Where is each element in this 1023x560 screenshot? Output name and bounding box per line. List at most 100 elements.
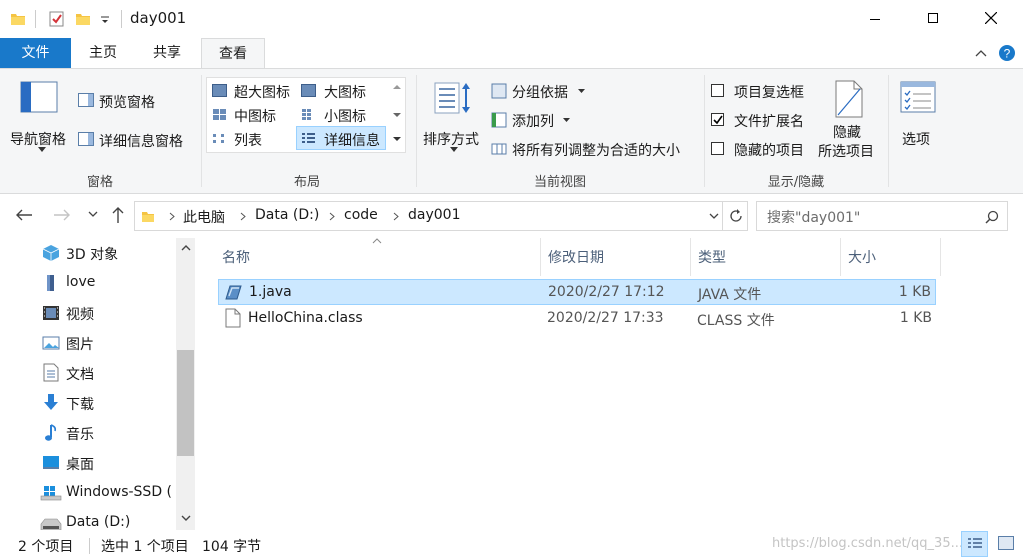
scroll-down-icon[interactable] <box>181 515 191 522</box>
table-row[interactable]: HelloChina.class 2020/2/27 17:33 CLASS 文… <box>218 306 936 332</box>
table-row[interactable]: 1.java 2020/2/27 17:12 JAVA 文件 1 KB <box>218 279 936 305</box>
chevron-down-icon <box>450 147 458 152</box>
search-box[interactable]: 搜索"day001" <box>756 201 1008 231</box>
chevron-right-icon <box>240 212 246 221</box>
column-header-modified[interactable]: 修改日期 <box>548 242 604 274</box>
file-extensions-label[interactable]: 文件扩展名 <box>734 111 804 131</box>
sidebar-item-label: 桌面 <box>66 457 94 473</box>
small-icons-option[interactable]: 小图标 <box>324 106 366 126</box>
checkmark-icon <box>713 115 723 125</box>
customize-qat-icon[interactable] <box>100 15 110 25</box>
minimize-button[interactable] <box>852 0 898 38</box>
options-icon <box>900 81 936 113</box>
breadcrumb-this-pc[interactable]: 此电脑 <box>183 207 225 227</box>
large-icons-view-toggle[interactable] <box>993 531 1020 557</box>
sidebar-item-pictures[interactable]: 图片 <box>0 328 176 358</box>
back-arrow-icon[interactable] <box>15 208 33 222</box>
hide-selected-items-button[interactable]: 隐藏 所选项目 <box>816 75 882 165</box>
sidebar-item-videos[interactable]: 视频 <box>0 298 176 328</box>
sidebar-item-music[interactable]: 音乐 <box>0 418 176 448</box>
scrollbar-thumb[interactable] <box>177 350 194 456</box>
sidebar-item-love[interactable]: love <box>0 268 176 298</box>
large-icons-icon <box>301 84 316 97</box>
breadcrumb-day001[interactable]: day001 <box>408 207 460 223</box>
item-checkboxes-label[interactable]: 项目复选框 <box>734 82 804 102</box>
folder-icon <box>47 275 54 291</box>
add-columns-icon <box>491 112 507 128</box>
sort-by-button[interactable]: 排序方式 <box>420 75 486 155</box>
svg-text:?: ? <box>1004 47 1011 61</box>
gallery-scroll-icon[interactable] <box>393 83 401 147</box>
hidden-items-label[interactable]: 隐藏的项目 <box>734 140 804 160</box>
navigation-bar: 此电脑 Data (D:) code day001 搜索"day001" <box>0 194 1023 238</box>
item-checkboxes-checkbox[interactable] <box>711 84 724 97</box>
sidebar-item-3d-objects[interactable]: 3D 对象 <box>0 238 176 268</box>
refresh-icon <box>730 209 742 222</box>
forward-arrow-icon[interactable] <box>53 208 71 222</box>
tab-view[interactable]: 查看 <box>201 38 265 69</box>
details-view-toggle[interactable] <box>961 531 988 557</box>
list-option[interactable]: 列表 <box>234 130 262 150</box>
hidden-items-checkbox[interactable] <box>711 142 724 155</box>
small-icons-icon <box>302 109 311 120</box>
breadcrumb-code[interactable]: code <box>344 207 378 223</box>
sidebar-item-label: love <box>66 274 96 290</box>
address-history-icon[interactable] <box>709 213 719 220</box>
medium-icons-icon <box>213 109 226 120</box>
chevron-right-icon <box>329 212 335 221</box>
sidebar-item-downloads[interactable]: 下载 <box>0 388 176 418</box>
file-type: CLASS 文件 <box>697 313 775 329</box>
sidebar-item-desktop[interactable]: 桌面 <box>0 448 176 478</box>
preview-pane-button[interactable]: 预览窗格 <box>99 92 155 112</box>
details-view-icon <box>968 538 982 548</box>
group-by-button[interactable]: 分组依据 <box>512 82 568 102</box>
details-option[interactable]: 详细信息 <box>324 130 380 150</box>
help-icon[interactable]: ? <box>998 44 1016 62</box>
scroll-up-icon[interactable] <box>181 244 191 251</box>
column-header-name[interactable]: 名称 <box>222 242 250 274</box>
new-folder-icon[interactable] <box>75 11 91 27</box>
maximize-button[interactable] <box>910 0 956 38</box>
options-label: 选项 <box>902 132 930 148</box>
properties-icon[interactable] <box>48 10 66 28</box>
hide-selected-icon <box>835 80 863 118</box>
navigation-pane-button[interactable]: 导航窗格 <box>6 75 74 155</box>
refresh-button[interactable] <box>722 201 748 231</box>
layout-group-label: 布局 <box>293 175 320 190</box>
sidebar-scrollbar[interactable] <box>176 238 195 530</box>
3d-objects-icon <box>42 245 60 261</box>
tab-file[interactable]: 文件 <box>0 38 71 68</box>
item-count: 2 个项目 <box>18 539 74 555</box>
download-icon <box>44 394 58 410</box>
sidebar-item-windows-ssd[interactable]: Windows-SSD ( <box>0 478 176 508</box>
details-pane-button[interactable]: 详细信息窗格 <box>99 131 183 151</box>
options-button[interactable]: 选项 <box>892 75 944 155</box>
recent-locations-icon[interactable] <box>88 211 98 218</box>
status-bar: 2 个项目 选中 1 个项目 104 字节 https://blog.csdn.… <box>0 530 1023 560</box>
address-box[interactable]: 此电脑 Data (D:) code day001 <box>134 201 748 231</box>
medium-icons-option[interactable]: 中图标 <box>234 106 276 126</box>
tab-home[interactable]: 主页 <box>75 38 131 68</box>
tab-share[interactable]: 共享 <box>139 38 195 68</box>
breadcrumb-data-drive[interactable]: Data (D:) <box>255 207 319 223</box>
column-header-type[interactable]: 类型 <box>698 242 726 274</box>
sort-by-icon <box>434 82 470 114</box>
video-icon <box>43 306 59 320</box>
file-extensions-checkbox[interactable] <box>711 113 724 126</box>
extra-large-icons-option[interactable]: 超大图标 <box>234 82 290 102</box>
large-icons-option[interactable]: 大图标 <box>324 82 366 102</box>
sidebar-item-label: 下载 <box>66 397 94 413</box>
column-header-size[interactable]: 大小 <box>848 242 876 274</box>
collapse-ribbon-icon[interactable] <box>975 48 987 58</box>
close-button[interactable] <box>968 0 1014 38</box>
show-hide-group-label: 显示/隐藏 <box>767 175 825 190</box>
chevron-down-icon <box>563 118 570 122</box>
add-columns-button[interactable]: 添加列 <box>512 111 554 131</box>
title-bar: day001 <box>0 0 1023 38</box>
navigation-pane: 3D 对象 love 视频 图片 文档 下载 音乐 桌面 Windows-SSD… <box>0 238 196 531</box>
up-arrow-icon[interactable] <box>111 206 125 224</box>
size-all-columns-button[interactable]: 将所有列调整为合适的大小 <box>512 140 680 160</box>
class-file-icon <box>225 308 241 328</box>
sidebar-item-documents[interactable]: 文档 <box>0 358 176 388</box>
sort-by-label: 排序方式 <box>423 132 479 148</box>
